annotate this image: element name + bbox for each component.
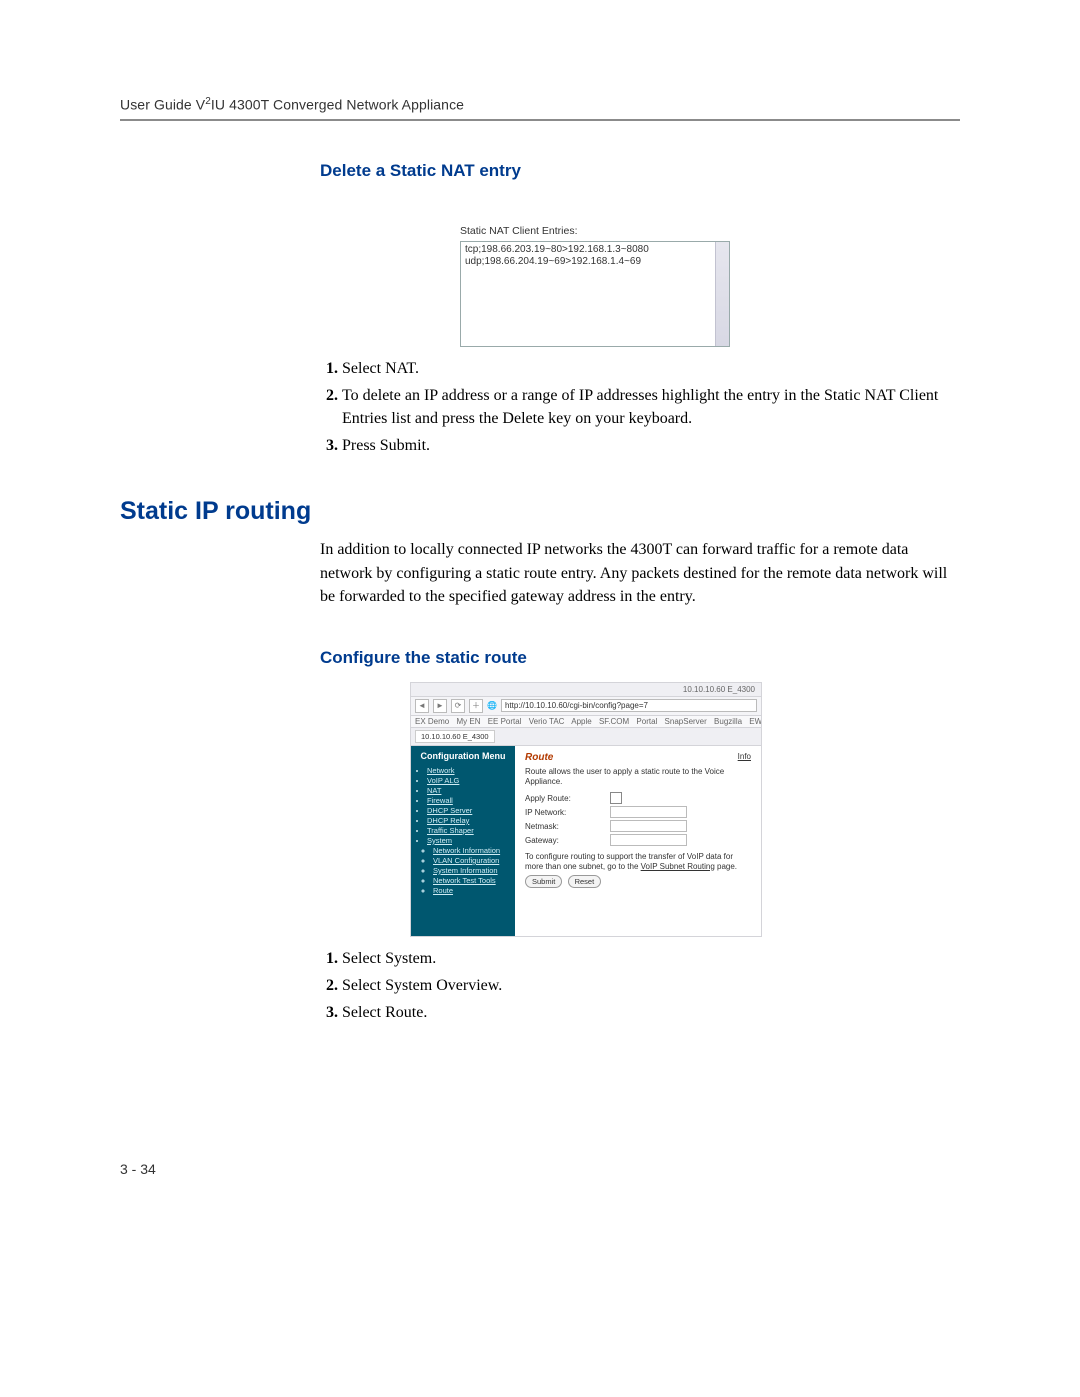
address-bar[interactable]: http://10.10.10.60/cgi-bin/config?page=7 bbox=[501, 699, 757, 712]
apply-route-checkbox[interactable] bbox=[610, 792, 622, 804]
heading-configure-static-route: Configure the static route bbox=[320, 648, 960, 668]
nat-entry[interactable]: udp;198.66.204.19~69>192.168.1.4~69 bbox=[465, 256, 725, 269]
browser-tab[interactable]: 10.10.10.60 E_4300 bbox=[415, 730, 495, 743]
sidebar-item-voip-alg[interactable]: VoIP ALG bbox=[427, 776, 509, 785]
bookmark[interactable]: Bugzilla bbox=[714, 717, 742, 726]
bookmark[interactable]: Portal bbox=[636, 717, 657, 726]
sidebar-subitem-route[interactable]: Route bbox=[433, 886, 509, 895]
sidebar-item-traffic-shaper[interactable]: Traffic Shaper bbox=[427, 826, 509, 835]
sidebar-item-network[interactable]: Network bbox=[427, 766, 509, 775]
step: Select System. bbox=[342, 947, 960, 970]
config-main: Info Route Route allows the user to appl… bbox=[515, 746, 761, 936]
info-link[interactable]: Info bbox=[738, 752, 751, 761]
bookmark[interactable]: SF.COM bbox=[599, 717, 629, 726]
panel-description: Route allows the user to apply a static … bbox=[525, 767, 751, 786]
gateway-input[interactable] bbox=[610, 834, 687, 846]
page-number: 3 - 34 bbox=[120, 1161, 156, 1177]
config-sidebar: Configuration Menu Network VoIP ALG NAT … bbox=[411, 746, 515, 936]
sidebar-item-system[interactable]: System bbox=[427, 836, 509, 845]
nav-back-icon[interactable]: ◄ bbox=[415, 699, 429, 713]
sidebar-item-dhcp-relay[interactable]: DHCP Relay bbox=[427, 816, 509, 825]
bookmark[interactable]: Apple bbox=[571, 717, 591, 726]
screenshot-route-config: 10.10.10.60 E_4300 ◄ ► ⟳ ＋ 🌐 http://10.1… bbox=[410, 682, 762, 937]
bookmark[interactable]: EE Portal bbox=[488, 717, 522, 726]
netmask-label: Netmask: bbox=[525, 822, 610, 831]
tab-bar: 10.10.10.60 E_4300 bbox=[411, 728, 761, 746]
sidebar-subitem-network-test[interactable]: Network Test Tools bbox=[433, 876, 509, 885]
step: Select Route. bbox=[342, 1001, 960, 1024]
step: Press Submit. bbox=[342, 434, 960, 457]
routing-hint: To configure routing to support the tran… bbox=[525, 852, 751, 871]
nat-entry[interactable]: tcp;198.66.203.19~80>192.168.1.3~8080 bbox=[465, 244, 725, 257]
submit-button[interactable]: Submit bbox=[525, 875, 562, 888]
bookmark[interactable]: EWN bbox=[749, 717, 761, 726]
nat-listbox[interactable]: tcp;198.66.203.19~80>192.168.1.3~8080 ud… bbox=[460, 241, 730, 347]
step: To delete an IP address or a range of IP… bbox=[342, 384, 960, 430]
sidebar-subitem-system-info[interactable]: System Information bbox=[433, 866, 509, 875]
bookmark[interactable]: My EN bbox=[456, 717, 480, 726]
heading-static-ip-routing: Static IP routing bbox=[120, 497, 960, 526]
voip-subnet-routing-link[interactable]: VoIP Subnet Routing bbox=[641, 862, 715, 871]
step: Select System Overview. bbox=[342, 974, 960, 997]
netmask-input[interactable] bbox=[610, 820, 687, 832]
steps-configure-route: Select System. Select System Overview. S… bbox=[320, 947, 960, 1025]
screenshot-nat-entries: Static NAT Client Entries: tcp;198.66.20… bbox=[460, 225, 730, 347]
gateway-label: Gateway: bbox=[525, 836, 610, 845]
panel-title: Route bbox=[525, 752, 751, 763]
intro-paragraph: In addition to locally connected IP netw… bbox=[320, 538, 960, 608]
sidebar-item-dhcp-server[interactable]: DHCP Server bbox=[427, 806, 509, 815]
heading-delete-static-nat: Delete a Static NAT entry bbox=[320, 161, 960, 181]
nav-add-icon[interactable]: ＋ bbox=[469, 699, 483, 713]
nat-list-label: Static NAT Client Entries: bbox=[460, 225, 730, 237]
nav-forward-icon[interactable]: ► bbox=[433, 699, 447, 713]
sidebar-subitem-network-info[interactable]: Network Information bbox=[433, 846, 509, 855]
sidebar-title: Configuration Menu bbox=[417, 752, 509, 762]
ip-network-input[interactable] bbox=[610, 806, 687, 818]
steps-delete-nat: Select NAT. To delete an IP address or a… bbox=[320, 357, 960, 458]
apply-route-label: Apply Route: bbox=[525, 794, 610, 803]
bookmark[interactable]: SnapServer bbox=[665, 717, 707, 726]
browser-toolbar: ◄ ► ⟳ ＋ 🌐 http://10.10.10.60/cgi-bin/con… bbox=[411, 696, 761, 716]
bookmark[interactable]: EX Demo bbox=[415, 717, 449, 726]
ip-network-label: IP Network: bbox=[525, 808, 610, 817]
window-titlebar: 10.10.10.60 E_4300 bbox=[411, 683, 761, 696]
sidebar-item-firewall[interactable]: Firewall bbox=[427, 796, 509, 805]
running-header: User Guide V2IU 4300T Converged Network … bbox=[120, 96, 960, 113]
nav-reload-icon[interactable]: ⟳ bbox=[451, 699, 465, 713]
reset-button[interactable]: Reset bbox=[568, 875, 602, 888]
sidebar-item-nat[interactable]: NAT bbox=[427, 786, 509, 795]
header-rule bbox=[120, 119, 960, 121]
bookmark[interactable]: Verio TAC bbox=[529, 717, 565, 726]
sidebar-subitem-vlan-config[interactable]: VLAN Configuration bbox=[433, 856, 509, 865]
bookmark-bar: EX Demo My EN EE Portal Verio TAC Apple … bbox=[411, 716, 761, 728]
step: Select NAT. bbox=[342, 357, 960, 380]
